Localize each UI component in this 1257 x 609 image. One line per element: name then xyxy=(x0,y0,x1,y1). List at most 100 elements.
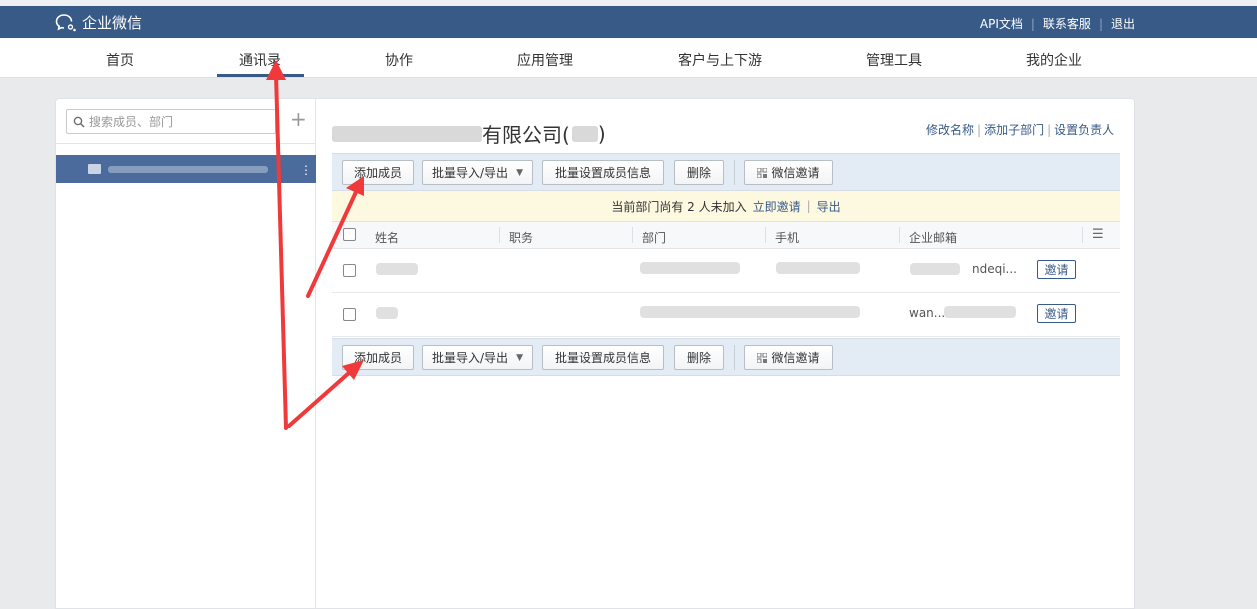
column-divider xyxy=(499,227,500,243)
department-title: 有限公司( ) xyxy=(332,119,606,148)
blurred-phone xyxy=(776,262,860,274)
nav-active-indicator xyxy=(217,74,304,77)
add-member-label: 添加成员 xyxy=(353,166,402,180)
nav-my-company[interactable]: 我的企业 xyxy=(1026,50,1082,70)
nav-admin-tools[interactable]: 管理工具 xyxy=(866,50,922,70)
contacts-panel: 搜索成员、部门 + ⋮ 有限公司( ) 修改名称 | 添加子部门 | 设置负责人… xyxy=(55,98,1135,609)
invite-button[interactable]: 邀请 xyxy=(1037,304,1076,323)
member-table-header: 姓名 职务 部门 手机 企业邮箱 ☰ xyxy=(332,222,1120,249)
select-all-checkbox[interactable] xyxy=(343,228,356,241)
wechat-invite-button[interactable]: 微信邀请 xyxy=(744,345,833,370)
nav-contacts[interactable]: 通讯录 xyxy=(239,50,281,70)
column-title[interactable]: 职务 xyxy=(509,229,533,246)
search-placeholder: 搜索成员、部门 xyxy=(89,115,174,129)
column-divider xyxy=(632,227,633,243)
top-bar: 企业微信 API文档 | 联系客服 | 退出 xyxy=(0,6,1257,38)
sidebar-divider xyxy=(56,143,316,144)
qr-code-icon xyxy=(757,167,768,178)
member-toolbar-top: 添加成员 批量导入/导出 ▼ 批量设置成员信息 删除 微信邀请 xyxy=(332,153,1120,191)
member-toolbar-bottom: 添加成员 批量导入/导出 ▼ 批量设置成员信息 删除 微信邀请 xyxy=(332,338,1120,376)
invite-label: 邀请 xyxy=(1044,263,1069,277)
export-link[interactable]: 导出 xyxy=(817,198,841,215)
blurred-member-name xyxy=(376,307,398,319)
department-actions: 修改名称 | 添加子部门 | 设置负责人 xyxy=(926,121,1114,138)
nav-collaboration[interactable]: 协作 xyxy=(385,50,413,70)
pending-invite-notice: 当前部门尚有 2 人未加入 立即邀请 | 导出 xyxy=(332,191,1120,222)
column-email[interactable]: 企业邮箱 xyxy=(909,229,957,246)
main-nav: 首页 通讯录 协作 应用管理 客户与上下游 管理工具 我的企业 xyxy=(0,38,1257,78)
wechat-invite-label: 微信邀请 xyxy=(771,166,820,180)
set-manager-link[interactable]: 设置负责人 xyxy=(1054,121,1114,138)
row-checkbox[interactable] xyxy=(343,264,356,277)
blurred-email-part xyxy=(944,306,1016,318)
link-separator: | xyxy=(977,122,982,137)
caret-down-icon: ▼ xyxy=(516,167,523,178)
invite-button[interactable]: 邀请 xyxy=(1037,260,1076,279)
delete-button[interactable]: 删除 xyxy=(674,160,724,185)
toolbar-divider xyxy=(734,345,735,370)
blurred-department-and-phone xyxy=(640,306,860,318)
nav-home[interactable]: 首页 xyxy=(106,50,134,70)
member-email: ndeqi... xyxy=(972,262,1017,276)
api-docs-link[interactable]: API文档 xyxy=(980,15,1023,32)
column-name[interactable]: 姓名 xyxy=(375,229,399,246)
qr-code-icon xyxy=(757,352,768,363)
link-separator: | xyxy=(1098,16,1103,31)
logout-link[interactable]: 退出 xyxy=(1111,15,1135,32)
link-separator: | xyxy=(1030,16,1035,31)
contact-support-link[interactable]: 联系客服 xyxy=(1043,15,1091,32)
batch-import-export-label: 批量导入/导出 xyxy=(432,166,509,180)
column-divider xyxy=(765,227,766,243)
toolbar-divider xyxy=(734,160,735,185)
blurred-department-name xyxy=(108,166,268,173)
blurred-title-part xyxy=(332,125,482,142)
delete-label: 删除 xyxy=(686,166,711,180)
notice-text: 当前部门尚有 2 人未加入 xyxy=(611,199,747,214)
column-settings-icon[interactable]: ☰ xyxy=(1092,227,1104,242)
plus-icon[interactable]: + xyxy=(290,109,307,129)
department-title-text: 有限公司( xyxy=(482,123,570,147)
row-checkbox[interactable] xyxy=(343,308,356,321)
add-subdepartment-link[interactable]: 添加子部门 xyxy=(984,121,1044,138)
blurred-department xyxy=(640,262,740,274)
app-logo-text: 企业微信 xyxy=(82,14,143,32)
department-title-paren: ) xyxy=(597,121,606,146)
folder-icon xyxy=(88,164,101,174)
department-sidebar: 搜索成员、部门 + ⋮ xyxy=(56,99,316,609)
more-icon[interactable]: ⋮ xyxy=(300,163,312,177)
rename-department-link[interactable]: 修改名称 xyxy=(926,121,974,138)
blurred-email-part xyxy=(910,263,960,275)
wechat-invite-label: 微信邀请 xyxy=(771,351,820,365)
add-member-button[interactable]: 添加成员 xyxy=(342,345,414,370)
column-divider xyxy=(899,227,900,243)
table-row[interactable]: wan... 邀请 xyxy=(332,293,1120,337)
blurred-member-name xyxy=(376,263,418,275)
delete-button[interactable]: 删除 xyxy=(674,345,724,370)
column-phone[interactable]: 手机 xyxy=(775,229,799,246)
top-links: API文档 | 联系客服 | 退出 xyxy=(980,15,1135,32)
batch-import-export-button[interactable]: 批量导入/导出 ▼ xyxy=(422,345,533,370)
invite-now-link[interactable]: 立即邀请 xyxy=(753,198,801,215)
wecom-logo-icon xyxy=(55,13,77,33)
batch-set-info-button[interactable]: 批量设置成员信息 xyxy=(542,345,664,370)
caret-down-icon: ▼ xyxy=(516,352,523,363)
column-department[interactable]: 部门 xyxy=(642,229,666,246)
column-divider xyxy=(1082,227,1083,243)
search-input[interactable]: 搜索成员、部门 xyxy=(66,109,276,134)
batch-set-info-label: 批量设置成员信息 xyxy=(554,351,651,365)
wechat-invite-button[interactable]: 微信邀请 xyxy=(744,160,833,185)
department-tree-item-selected[interactable]: ⋮ xyxy=(56,155,316,183)
nav-app-management[interactable]: 应用管理 xyxy=(517,50,573,70)
batch-import-export-button[interactable]: 批量导入/导出 ▼ xyxy=(422,160,533,185)
add-member-button[interactable]: 添加成员 xyxy=(342,160,414,185)
nav-customers[interactable]: 客户与上下游 xyxy=(678,50,762,70)
batch-import-export-label: 批量导入/导出 xyxy=(432,351,509,365)
link-separator: | xyxy=(806,199,811,213)
delete-label: 删除 xyxy=(686,351,711,365)
table-row[interactable]: ndeqi... 邀请 xyxy=(332,249,1120,293)
app-logo[interactable]: 企业微信 xyxy=(55,12,142,33)
blurred-title-part xyxy=(571,125,598,142)
link-separator: | xyxy=(1047,122,1052,137)
batch-set-info-button[interactable]: 批量设置成员信息 xyxy=(542,160,664,185)
add-member-label: 添加成员 xyxy=(353,351,402,365)
